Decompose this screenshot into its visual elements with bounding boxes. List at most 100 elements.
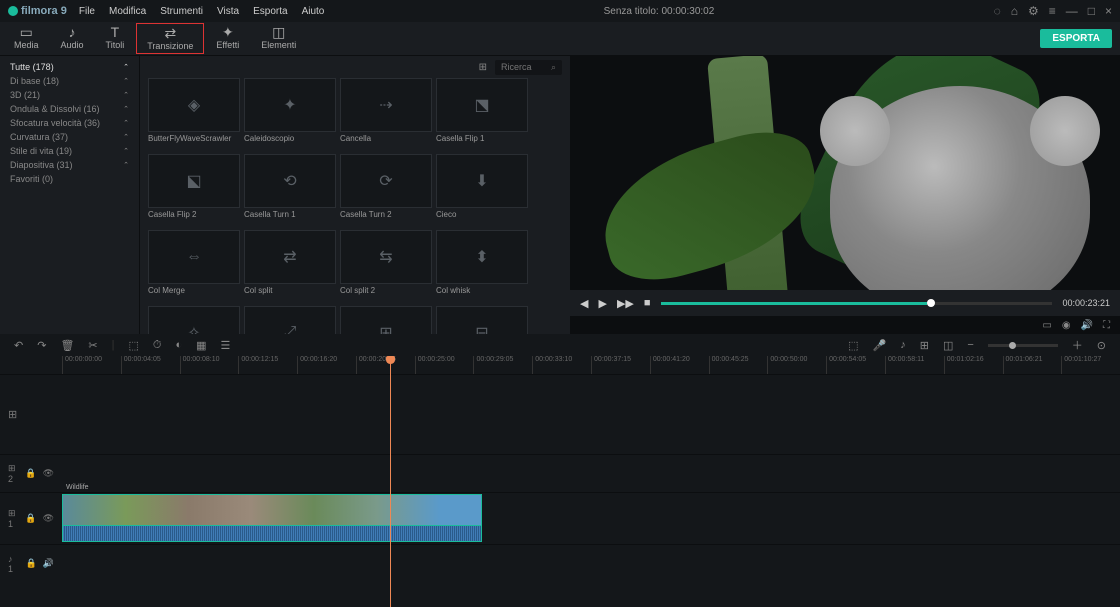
camera-icon[interactable]: ◉ [1062, 320, 1071, 331]
menu-tools[interactable]: Strumenti [160, 6, 203, 17]
mute-icon[interactable]: 🔊 [43, 558, 54, 569]
zoom-fit-icon[interactable]: ⊙ [1097, 339, 1106, 352]
tab-titles[interactable]: TTitoli [96, 23, 135, 54]
render-icon[interactable]: ⊞ [920, 339, 929, 352]
export-button[interactable]: ESPORTA [1040, 29, 1112, 48]
redo-icon[interactable]: ↷ [37, 339, 46, 352]
search-input[interactable] [501, 62, 551, 72]
marker-icon[interactable]: ⬚ [848, 339, 858, 352]
folder-icon: ▭ [20, 25, 33, 39]
mode-toolbar: ▭Media ♪Audio TTitoli ⇄Transizione ✦Effe… [0, 22, 1120, 56]
transition-casella-flip-2[interactable]: ⬕Casella Flip 2 [148, 154, 240, 226]
sidebar-item-2[interactable]: 3D (21)⌃ [0, 88, 139, 102]
greenscreen-icon[interactable]: ▦ [196, 339, 206, 352]
transition-cross-shutter-2[interactable]: ⊟Cross shutter 2 [436, 306, 528, 334]
fullscreen-icon[interactable]: ⛶ [1103, 320, 1110, 331]
video-clip[interactable]: Wildlife [62, 494, 482, 542]
preview-viewport[interactable] [570, 56, 1120, 290]
tab-effects[interactable]: ✦Effetti [206, 23, 249, 54]
sidebar-item-1[interactable]: Di base (18)⌃ [0, 74, 139, 88]
progress-bar[interactable] [661, 302, 1053, 305]
transition-casella-turn-2[interactable]: ⟳Casella Turn 2 [340, 154, 432, 226]
transition-casella-turn-1[interactable]: ⟲Casella Turn 1 [244, 154, 336, 226]
transition-col-split-2[interactable]: ⇆Col split 2 [340, 230, 432, 302]
transition-crazyparametricfun[interactable]: ✧CrazyParametricFun [148, 306, 240, 334]
menu-view[interactable]: Vista [217, 6, 239, 17]
undo-icon[interactable]: ↶ [14, 339, 23, 352]
transition-cross-shutter-1[interactable]: ⊞Cross shutter 1 [340, 306, 432, 334]
maximize-icon[interactable]: □ [1088, 4, 1095, 18]
transition-cancella[interactable]: ⇢Cancella [340, 78, 432, 150]
grid-view-icon[interactable]: ⊞ [479, 62, 487, 73]
project-title: Senza titolo: 00:00:30:02 [336, 6, 981, 17]
search-box[interactable]: ⌕ [495, 60, 562, 75]
sidebar-item-4[interactable]: Sfocatura velocità (36)⌃ [0, 116, 139, 130]
playback-controls: ◀ ▶ ▶▶ ■ 00:00:23:21 [570, 290, 1120, 316]
tab-elements[interactable]: ◫Elementi [251, 23, 306, 54]
track-video-1[interactable]: ⊞ 1 🔒 👁 Wildlife [0, 492, 1120, 544]
settings-icon[interactable]: ⚙ [1028, 4, 1039, 18]
next-button[interactable]: ▶▶ [617, 297, 634, 310]
sidebar-item-5[interactable]: Curvatura (37)⌃ [0, 130, 139, 144]
ruler-tick: 00:01:02:16 [944, 356, 1003, 374]
track-audio-1[interactable]: ♪ 1 🔒 🔊 [0, 544, 1120, 582]
menu-file[interactable]: File [79, 6, 95, 17]
color-icon[interactable]: ◐ [175, 339, 182, 351]
sidebar-item-7[interactable]: Diapositiva (31)⌃ [0, 158, 139, 172]
track-head-t2: ⊞ 2 🔒 👁 [0, 455, 62, 492]
mic-icon[interactable]: 🎤 [873, 339, 887, 352]
transition-col-merge[interactable]: ⇔Col Merge [148, 230, 240, 302]
visibility-icon[interactable]: 👁 [43, 513, 54, 524]
zoom-slider[interactable] [988, 344, 1058, 347]
search-icon[interactable]: ⌕ [551, 62, 556, 73]
manage-tracks-icon[interactable]: ⊞ [8, 408, 17, 421]
tab-media[interactable]: ▭Media [4, 23, 49, 54]
speed-icon[interactable]: ⏱ [153, 339, 162, 352]
stop-button[interactable]: ■ [644, 297, 651, 309]
tab-audio[interactable]: ♪Audio [51, 23, 94, 54]
track-overlay-2[interactable]: ⊞ 2 🔒 👁 [0, 454, 1120, 492]
transition-col-whisk[interactable]: ⬍Col whisk [436, 230, 528, 302]
user-icon[interactable]: ◌ [994, 4, 1001, 18]
zoom-in-icon[interactable]: ＋ [1072, 337, 1083, 353]
transition-butterflywavescrawler[interactable]: ◈ButterFlyWaveScrawler [148, 78, 240, 150]
zoom-out-icon[interactable]: − [967, 339, 973, 351]
mixer-icon[interactable]: ♪ [900, 339, 906, 351]
time-ruler[interactable]: 00:00:00:0000:00:04:0500:00:08:1000:00:1… [62, 356, 1120, 374]
lock-icon[interactable]: 🔒 [25, 468, 36, 479]
ruler-tick: 00:00:33:10 [532, 356, 591, 374]
sidebar-item-6[interactable]: Stile di vita (19)⌃ [0, 144, 139, 158]
transition-col-split[interactable]: ⇄Col split [244, 230, 336, 302]
preview-panel: ◀ ▶ ▶▶ ■ 00:00:23:21 ▭ ◉ 🔊 ⛶ [570, 56, 1120, 334]
transition-cross-merge[interactable]: ⤢Cross merge [244, 306, 336, 334]
sidebar-item-8[interactable]: Favoriti (0) [0, 172, 139, 186]
adjust-icon[interactable]: ☰ [221, 339, 231, 352]
lock-icon[interactable]: 🔒 [25, 513, 36, 524]
help-icon[interactable]: ≡ [1049, 4, 1056, 18]
volume-icon[interactable]: 🔊 [1081, 320, 1093, 331]
ruler-tick: 00:00:04:05 [121, 356, 180, 374]
lock-icon[interactable]: 🔒 [26, 558, 37, 569]
tab-transitions[interactable]: ⇄Transizione [136, 23, 204, 54]
close-icon[interactable]: × [1105, 4, 1112, 18]
snapshot-icon[interactable]: ▭ [1042, 320, 1051, 331]
unknown-icon[interactable]: ◫ [943, 339, 953, 352]
playhead[interactable] [390, 356, 391, 607]
menu-export[interactable]: Esporta [253, 6, 287, 17]
cart-icon[interactable]: ⌂ [1011, 4, 1018, 18]
visibility-icon[interactable]: 👁 [43, 468, 54, 479]
transition-cieco[interactable]: ⬇Cieco [436, 154, 528, 226]
prev-button[interactable]: ◀ [580, 297, 588, 310]
sidebar-item-0[interactable]: Tutte (178)⌃ [0, 60, 139, 74]
sidebar-item-3[interactable]: Ondula & Dissolvi (16)⌃ [0, 102, 139, 116]
transition-casella-flip-1[interactable]: ⬔Casella Flip 1 [436, 78, 528, 150]
minimize-icon[interactable]: — [1066, 4, 1078, 18]
ruler-tick: 00:00:12:15 [238, 356, 297, 374]
menu-help[interactable]: Aiuto [302, 6, 325, 17]
crop-icon[interactable]: ⬚ [128, 339, 138, 352]
transition-caleidoscopio[interactable]: ✦Caleidoscopio [244, 78, 336, 150]
menu-edit[interactable]: Modifica [109, 6, 146, 17]
cut-icon[interactable]: ✂ [88, 339, 97, 352]
play-button[interactable]: ▶ [598, 297, 606, 310]
delete-icon[interactable]: 🗑 [60, 339, 74, 352]
